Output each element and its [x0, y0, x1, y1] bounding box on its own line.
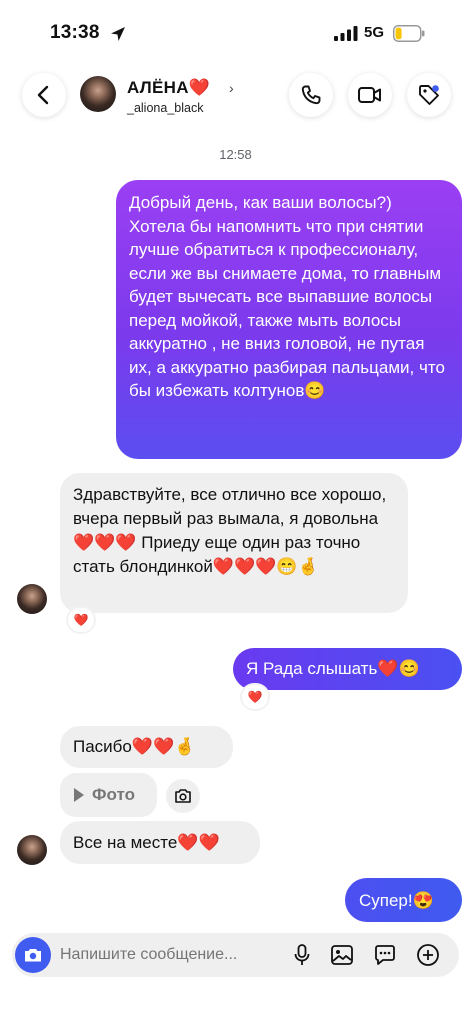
- sender-avatar[interactable]: [17, 835, 47, 865]
- reaction-badge[interactable]: ❤️: [68, 608, 94, 632]
- incoming-message[interactable]: Здравствуйте, все отлично все хорошо, вч…: [60, 473, 408, 613]
- message-text: Я Рада слышать❤️😊: [246, 659, 420, 678]
- add-button[interactable]: [415, 942, 441, 968]
- tag-button[interactable]: [407, 73, 451, 117]
- message-text: Здравствуйте, все отлично все хорошо, вч…: [73, 485, 387, 576]
- location-arrow-icon: [111, 27, 125, 41]
- message-text: Супер!😍: [359, 891, 434, 910]
- plus-circle-icon: [417, 944, 439, 966]
- heart-reaction: ❤️: [73, 613, 89, 627]
- contact-username[interactable]: _aliona_black: [127, 101, 203, 115]
- photo-label: Фото: [92, 785, 135, 804]
- back-button[interactable]: [22, 73, 66, 117]
- phone-icon: [301, 85, 321, 105]
- voice-message-button[interactable]: [289, 942, 315, 968]
- battery-icon: [393, 25, 425, 42]
- sticker-button[interactable]: [372, 942, 398, 968]
- chevron-right-icon[interactable]: ›: [229, 80, 234, 96]
- image-icon: [331, 945, 353, 965]
- outgoing-message[interactable]: Я Рада слышать❤️😊: [233, 648, 462, 690]
- photo-message[interactable]: Фото: [60, 773, 157, 817]
- contact-name[interactable]: АЛЁНА❤️: [127, 78, 210, 98]
- outgoing-message[interactable]: Добрый день, как ваши волосы?) Хотела бы…: [116, 180, 462, 459]
- message-text: Добрый день, как ваши волосы?) Хотела бы…: [129, 193, 445, 400]
- status-time: 13:38: [50, 22, 100, 43]
- incoming-message[interactable]: Все на месте❤️❤️: [60, 821, 260, 864]
- outgoing-message[interactable]: Супер!😍: [345, 878, 462, 922]
- tag-icon: [419, 85, 439, 105]
- chat-bubble-icon: [375, 945, 395, 965]
- message-input[interactable]: [58, 941, 286, 969]
- gallery-button[interactable]: [329, 942, 355, 968]
- view-photo-button[interactable]: [166, 779, 200, 813]
- reaction-badge[interactable]: ❤️: [242, 685, 268, 709]
- play-icon: [74, 788, 84, 802]
- camera-icon: [25, 949, 41, 962]
- microphone-icon: [294, 944, 310, 965]
- video-camera-icon: [358, 87, 381, 103]
- heart-reaction: ❤️: [247, 690, 263, 704]
- video-call-button[interactable]: [348, 73, 392, 117]
- signal-icon: [334, 26, 358, 41]
- message-text: Все на месте❤️❤️: [73, 833, 220, 852]
- chat-timestamp: 12:58: [219, 147, 252, 162]
- incoming-message[interactable]: Пасибо❤️❤️🤞: [60, 726, 233, 768]
- avatar[interactable]: [80, 76, 116, 112]
- chevron-left-icon: [37, 85, 49, 105]
- message-text: Пасибо❤️❤️🤞: [73, 737, 196, 756]
- camera-icon: [175, 789, 191, 803]
- sender-avatar[interactable]: [17, 584, 47, 614]
- camera-button[interactable]: [15, 937, 51, 973]
- call-button[interactable]: [289, 73, 333, 117]
- network-type: 5G: [364, 24, 385, 41]
